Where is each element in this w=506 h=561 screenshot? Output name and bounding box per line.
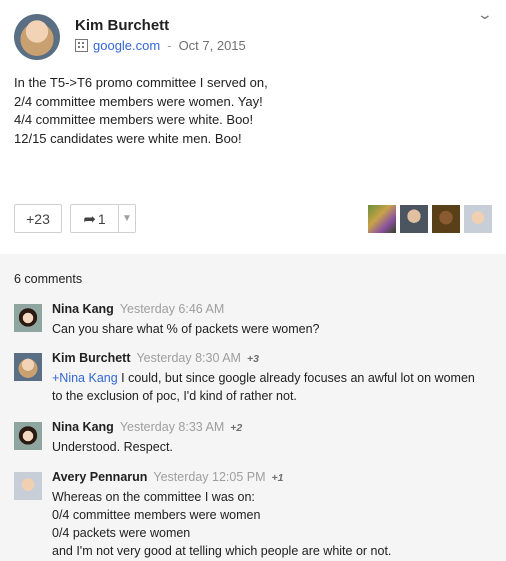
post-line: In the T5->T6 promo committee I served o… <box>14 75 268 90</box>
avatar[interactable] <box>14 422 42 450</box>
avatar[interactable] <box>14 304 42 332</box>
comment-header: Nina Kang Yesterday 6:46 AM <box>52 302 224 316</box>
chevron-down-icon[interactable]: ⌄ <box>477 6 493 23</box>
dropdown-triangle-icon[interactable]: ▼ <box>119 213 135 224</box>
plus-one-button[interactable]: +23 <box>14 204 62 233</box>
comment-text: Whereas on the committee I was on: 0/4 c… <box>52 488 391 560</box>
post-body: In the T5->T6 promo committee I served o… <box>14 74 268 148</box>
post-date[interactable]: Oct 7, 2015 <box>179 38 246 53</box>
author-name[interactable]: Kim Burchett <box>75 17 169 34</box>
comment-line-text: I could, but since google already focuse… <box>117 371 475 385</box>
comment-line: 0/4 packets were women <box>52 526 191 540</box>
avatar[interactable] <box>464 205 492 233</box>
post-line: 2/4 committee members were women. Yay! <box>14 93 263 109</box>
comment-time[interactable]: Yesterday 6:46 AM <box>120 302 224 316</box>
comment-time[interactable]: Yesterday 8:30 AM <box>136 351 240 365</box>
commenter-name[interactable]: Nina Kang <box>52 302 114 316</box>
share-count: 1 <box>97 210 106 227</box>
commenter-name[interactable]: Avery Pennarun <box>52 470 147 484</box>
commenter-name[interactable]: Kim Burchett <box>52 351 130 365</box>
comment-line: Whereas on the committee I was on: <box>52 490 255 504</box>
avatar[interactable] <box>432 205 460 233</box>
comment-count[interactable]: 6 comments <box>14 272 82 286</box>
avatar[interactable] <box>14 353 42 381</box>
mention-link[interactable]: +Nina Kang <box>52 371 118 385</box>
avatar[interactable] <box>400 205 428 233</box>
comment-line: and I'm not very good at telling which p… <box>52 544 392 558</box>
share-main[interactable]: ➦ 1 <box>71 205 119 232</box>
comment-line: Can you share what % of packets were wom… <box>52 322 320 336</box>
comment-text: Understood. Respect. <box>52 438 173 456</box>
comment-line: to the exclusion of poc, I'd kind of rat… <box>52 389 297 403</box>
post-meta: google.com - Oct 7, 2015 <box>75 38 246 53</box>
comment-line: 0/4 committee members were women <box>52 508 261 522</box>
post-card: Kim Burchett google.com - Oct 7, 2015 ⌄ … <box>0 0 506 254</box>
plus-one-count: +23 <box>26 210 50 227</box>
comment-header: Kim Burchett Yesterday 8:30 AM +3 <box>52 351 259 365</box>
post-line: 4/4 committee members were white. Boo! <box>14 112 254 127</box>
comment-text: +Nina Kang I could, but since google alr… <box>52 369 475 405</box>
source-link[interactable]: google.com <box>93 38 160 53</box>
meta-separator: - <box>167 38 172 53</box>
comment-line: +Nina Kang I could, but since google alr… <box>52 369 475 387</box>
plus-oners-avatars <box>368 205 492 233</box>
post-line: 12/15 candidates were white men. Boo! <box>14 130 242 146</box>
comment-plus-count[interactable]: +1 <box>272 472 284 484</box>
avatar[interactable] <box>368 205 396 233</box>
comment-plus-count[interactable]: +2 <box>230 422 242 434</box>
comment-header: Avery Pennarun Yesterday 12:05 PM +1 <box>52 470 284 484</box>
comment-text: Can you share what % of packets were wom… <box>52 320 320 338</box>
comment-time[interactable]: Yesterday 8:33 AM <box>120 420 224 434</box>
comment-time[interactable]: Yesterday 12:05 PM <box>153 470 265 484</box>
comment-plus-count[interactable]: +3 <box>247 353 259 365</box>
comment-line: Understood. Respect. <box>52 440 173 454</box>
building-icon <box>75 39 88 52</box>
author-avatar[interactable] <box>14 14 60 60</box>
share-arrow-icon: ➦ <box>83 210 96 228</box>
comments-section: 6 comments Nina Kang Yesterday 6:46 AM Ca… <box>0 254 506 561</box>
comment-header: Nina Kang Yesterday 8:33 AM +2 <box>52 420 242 434</box>
avatar[interactable] <box>14 472 42 500</box>
commenter-name[interactable]: Nina Kang <box>52 420 114 434</box>
share-button[interactable]: ➦ 1 ▼ <box>70 204 136 233</box>
